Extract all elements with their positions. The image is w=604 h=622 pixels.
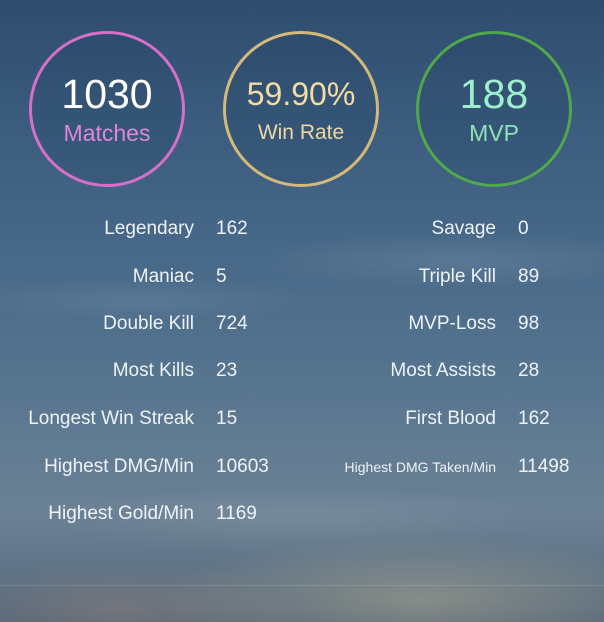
bottom-divider [0, 585, 604, 586]
matches-count: 1030 [61, 71, 153, 117]
stat-label: Highest Gold/Min [48, 503, 194, 524]
stat-row-most-kills: Most Kills 23 [0, 359, 300, 383]
stat-label: First Blood [405, 408, 496, 429]
stat-value: 162 [216, 218, 248, 239]
stat-label: Highest DMG Taken/Min [344, 459, 496, 475]
stat-row-legendary: Legendary 162 [0, 217, 300, 241]
stat-value: 0 [518, 218, 529, 239]
stat-label: Longest Win Streak [28, 408, 194, 429]
win-rate-label: Win Rate [257, 121, 345, 144]
stat-value: 10603 [216, 456, 269, 477]
stat-label: Legendary [104, 218, 194, 239]
stat-row-savage: Savage 0 [300, 217, 600, 241]
stat-row-longest-win-streak: Longest Win Streak 15 [0, 407, 300, 431]
stat-value: 28 [518, 360, 540, 381]
stat-value: 23 [216, 360, 238, 381]
stat-row-highest-gold-min: Highest Gold/Min 1169 [0, 502, 300, 526]
stat-label: Savage [431, 218, 496, 239]
matches-summary-circle: 1030 Matches [29, 31, 185, 187]
stat-value: 5 [216, 266, 227, 287]
stat-value: 724 [216, 313, 248, 334]
mvp-label: MVP [469, 120, 519, 146]
stat-row-highest-dmg-taken-min: Highest DMG Taken/Min 11498 [300, 455, 600, 479]
stat-label: Most Kills [112, 360, 194, 381]
stat-value: 1169 [216, 503, 257, 524]
matches-label: Matches [63, 120, 151, 146]
stat-label: Maniac [132, 266, 194, 287]
stat-label: Double Kill [103, 313, 194, 334]
win-rate-summary-circle: 59.90% Win Rate [223, 31, 379, 187]
stat-value: 162 [518, 408, 550, 429]
stat-value: 89 [518, 266, 540, 287]
stat-row-highest-dmg-min: Highest DMG/Min 10603 [0, 455, 300, 479]
stat-row-maniac: Maniac 5 [0, 265, 300, 289]
mvp-count: 188 [459, 71, 529, 117]
stat-value: 15 [216, 408, 238, 429]
stat-label: Most Assists [390, 360, 496, 381]
stat-label: MVP-Loss [408, 313, 496, 334]
stat-row-mvp-loss: MVP-Loss 98 [300, 312, 600, 336]
stat-row-first-blood: First Blood 162 [300, 407, 600, 431]
stat-row-double-kill: Double Kill 724 [0, 312, 300, 336]
stat-row-triple-kill: Triple Kill 89 [300, 265, 600, 289]
stat-value: 11498 [518, 456, 570, 477]
stat-label: Triple Kill [418, 266, 496, 287]
stat-label: Highest DMG/Min [44, 456, 194, 477]
win-rate-value: 59.90% [246, 76, 356, 112]
mvp-summary-circle: 188 MVP [416, 31, 572, 187]
stat-row-most-assists: Most Assists 28 [300, 359, 600, 383]
stat-value: 98 [518, 313, 540, 334]
